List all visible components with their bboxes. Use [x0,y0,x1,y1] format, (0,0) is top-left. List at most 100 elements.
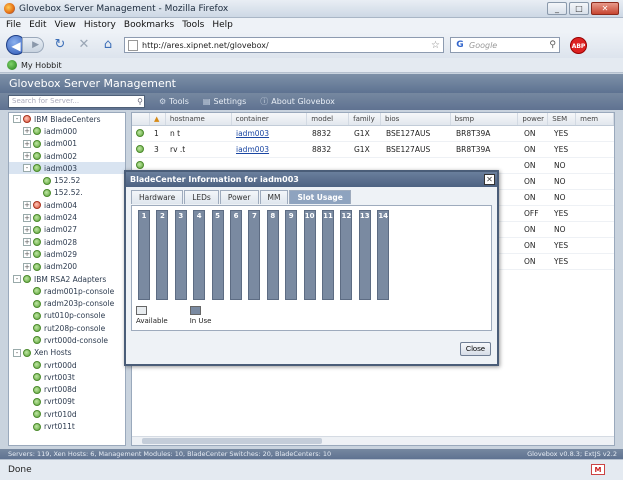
collapse-toggle-icon[interactable]: - [23,164,31,173]
column-header[interactable]: bsmp [451,113,519,125]
tree-node[interactable]: + iadm200 [9,261,125,273]
tree-node[interactable]: - IBM RSA2 Adapters [9,273,125,285]
dialog-close-button[interactable]: Close [459,342,491,356]
container-link[interactable]: iadm003 [232,129,308,138]
bookmark-star-icon[interactable]: ☆ [431,40,443,51]
tree-node[interactable]: radm203p-console [9,297,125,309]
tree-node[interactable]: rvrt000d [9,359,125,371]
collapse-toggle-icon[interactable]: - [13,115,21,124]
column-header[interactable]: family [349,113,381,125]
expand-toggle-icon[interactable]: + [23,250,31,259]
bookmark-my-hobbit[interactable]: My Hobbit [21,61,62,70]
column-header[interactable]: power [518,113,549,125]
tab-mm[interactable]: MM [259,190,289,204]
status-cell [132,128,150,139]
tree-node[interactable]: 152.52. [9,187,125,199]
expand-toggle-icon[interactable]: + [23,213,31,222]
menu-edit[interactable]: Edit [29,20,46,30]
tree-node[interactable]: rut010p-console [9,310,125,322]
container-link[interactable]: iadm003 [232,145,308,154]
grid-horizontal-scrollbar[interactable] [132,436,614,445]
status-ok-icon [33,311,41,320]
tree-node[interactable]: + iadm000 [9,125,125,137]
column-header[interactable]: mem [576,113,614,125]
tree-node[interactable]: - iadm003 [9,162,125,175]
expand-toggle-icon[interactable]: + [23,127,31,136]
menu-history[interactable]: History [84,20,116,30]
collapse-toggle-icon[interactable]: - [13,275,21,283]
table-row[interactable]: 3 rv .t iadm003 8832 G1X BSE127AUS BR8T39A ON YE… [132,142,614,158]
page-icon [128,39,138,51]
web-search-icon[interactable]: ⚲ [549,40,559,50]
scrollbar-thumb[interactable] [142,438,322,444]
server-tree[interactable]: - IBM BladeCenters + iadm000 + iadm001 + iadm00… [8,112,126,446]
column-header[interactable]: bios [381,113,451,125]
close-window-button[interactable]: ✕ [591,2,619,15]
tree-node[interactable]: rut208p-console [9,322,125,334]
slot-number: 2 [159,212,165,220]
google-icon[interactable]: G [454,39,466,51]
expand-toggle-icon[interactable]: + [23,238,31,247]
tree-node[interactable]: - Xen Hosts [9,347,125,359]
expand-toggle-icon[interactable]: + [23,139,31,148]
forward-button[interactable]: ▶ [22,37,44,53]
tree-node[interactable]: - IBM BladeCenters [9,113,125,125]
app-status-bar: Servers: 119, Xen Hosts: 6, Management M… [0,449,623,459]
tab-leds[interactable]: LEDs [184,190,219,204]
dialog-close-icon[interactable]: ✕ [484,174,495,185]
tree-node[interactable]: rvrt000d-console [9,334,125,346]
tree-node[interactable]: + iadm001 [9,138,125,150]
expand-toggle-icon[interactable]: + [23,262,31,271]
tab-slot-usage[interactable]: Slot Usage [289,190,351,204]
adblock-icon[interactable]: ABP [570,36,587,54]
about-button[interactable]: ⓘ About Glovebox [260,96,335,107]
settings-button[interactable]: ▤ Settings [203,97,246,106]
column-header[interactable]: hostname [166,113,232,125]
expand-toggle-icon[interactable]: + [23,201,31,210]
tab-hardware[interactable]: Hardware [131,190,184,204]
tree-node[interactable]: rvrt008d [9,384,125,396]
mail-icon[interactable]: M [591,464,605,475]
column-header[interactable]: ▲ [150,113,166,125]
table-cell: NO [554,177,566,186]
server-search-input[interactable]: Search for Server... ⚲ [8,95,145,108]
expand-toggle-icon[interactable]: + [23,225,31,234]
url-bar[interactable]: http://ares.xipnet.net/glovebox/ ☆ [124,37,444,53]
menu-tools[interactable]: Tools [182,20,204,30]
menu-view[interactable]: View [55,20,76,30]
tree-node[interactable]: radm001p-console [9,285,125,297]
tree-node[interactable]: rvrt009t [9,396,125,408]
tools-button[interactable]: ⚙ Tools [159,97,189,106]
tree-node[interactable]: + iadm028 [9,236,125,248]
tree-node[interactable]: rvrt003t [9,371,125,383]
expand-toggle-icon[interactable]: + [23,152,31,161]
tree-node[interactable]: rvrt011t [9,420,125,432]
column-header[interactable]: SEM [548,113,577,125]
tree-node[interactable]: + iadm029 [9,248,125,260]
menu-help[interactable]: Help [212,20,233,30]
home-icon[interactable]: ⌂ [100,37,116,53]
column-header[interactable] [132,113,150,125]
server-search-icon[interactable]: ⚲ [137,96,143,107]
column-header[interactable]: model [307,113,350,125]
table-row[interactable]: 1 n t iadm003 8832 G1X BSE127AUS BR8T39A ON YES [132,126,614,142]
stop-icon[interactable]: ✕ [76,37,92,53]
tree-node[interactable]: + iadm004 [9,199,125,211]
tree-node[interactable]: + iadm027 [9,224,125,236]
menu-file[interactable]: File [6,20,21,30]
reload-icon[interactable]: ↻ [52,37,68,53]
tab-power[interactable]: Power [219,190,259,204]
tree-node[interactable]: + iadm024 [9,211,125,223]
maximize-button[interactable]: □ [569,2,589,15]
column-header[interactable]: container [232,113,308,125]
status-cell [132,144,150,155]
tree-node[interactable]: 152.52 [9,174,125,186]
collapse-toggle-icon[interactable]: - [13,348,21,357]
menu-bookmarks[interactable]: Bookmarks [124,20,174,30]
web-search-input[interactable]: G Google ⚲ [450,37,560,53]
table-cell: ON [524,257,536,266]
tree-node[interactable]: rvrt010d [9,408,125,420]
minimize-button[interactable]: _ [547,2,567,15]
legend-available: Available [136,306,168,325]
tree-node[interactable]: + iadm002 [9,150,125,162]
